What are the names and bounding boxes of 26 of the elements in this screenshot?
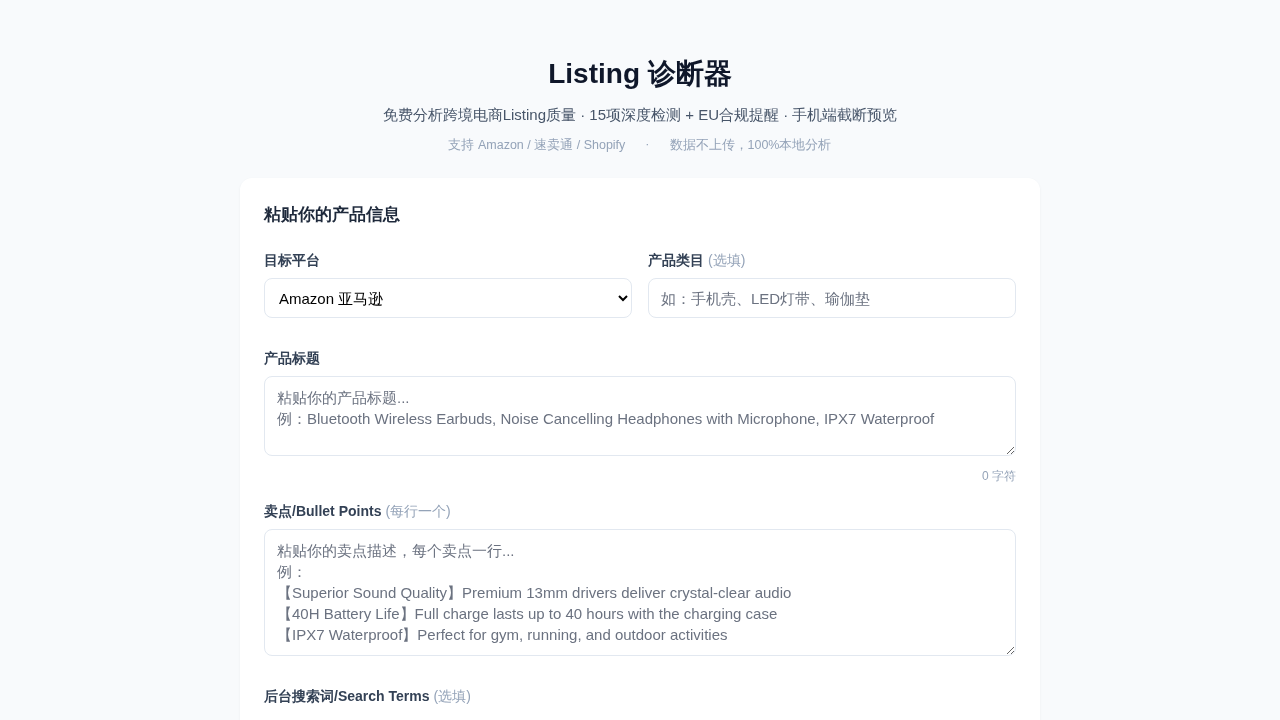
- text-area[interactable]: [264, 376, 1016, 456]
- field-label: 后台搜索词/Search Terms: [264, 688, 430, 704]
- char-counter: 0 字符: [981, 468, 1016, 485]
- subtitle: 免费分析跨境电商Listing质量 · 15项深度检测 + EU合规提醒 · 手机端截断预览: [381, 106, 899, 125]
- meta-text: 数据不上传，100%本地分析: [669, 137, 832, 154]
- text-area[interactable]: [264, 529, 1016, 656]
- optional-hint: (选填): [433, 688, 471, 704]
- placeholder-line: 【40H Battery Life】Full charge lasts up to 40 hours with the charging case: [277, 604, 778, 624]
- optional-hint: (每行一个): [385, 503, 451, 519]
- platform-select[interactable]: Amazon 亚马逊: [264, 278, 632, 318]
- placeholder-line: 例：: [277, 562, 307, 582]
- placeholder-line: 粘贴你的产品标题...: [277, 388, 410, 408]
- field-label: 卖点/Bullet Points: [264, 503, 382, 519]
- field-label: 目标平台: [264, 252, 320, 268]
- field-label: 产品类目: [648, 252, 704, 268]
- placeholder-line: 例：Bluetooth Wireless Earbuds, Noise Cancelling Headphones with Microphone, IPX7 Waterproof: [277, 409, 935, 429]
- card-title: 粘贴你的产品信息: [264, 204, 401, 226]
- placeholder-line: 【Superior Sound Quality】Premium 13mm drivers deliver crystal-clear audio: [277, 583, 792, 603]
- field-label: 产品标题: [264, 350, 320, 366]
- meta-text: 支持 Amazon / 速卖通 / Shopify: [448, 137, 626, 154]
- input-field[interactable]: 如：手机壳、LED灯带、瑜伽垫: [648, 278, 1016, 318]
- page-title: Listing 诊断器: [547, 57, 733, 91]
- optional-hint: (选填): [708, 252, 746, 268]
- meta-text: ·: [645, 137, 650, 153]
- placeholder-line: 粘贴你的卖点描述，每个卖点一行...: [277, 541, 515, 561]
- placeholder-line: 【IPX7 Waterproof】Perfect for gym, running, and outdoor activities: [277, 625, 728, 645]
